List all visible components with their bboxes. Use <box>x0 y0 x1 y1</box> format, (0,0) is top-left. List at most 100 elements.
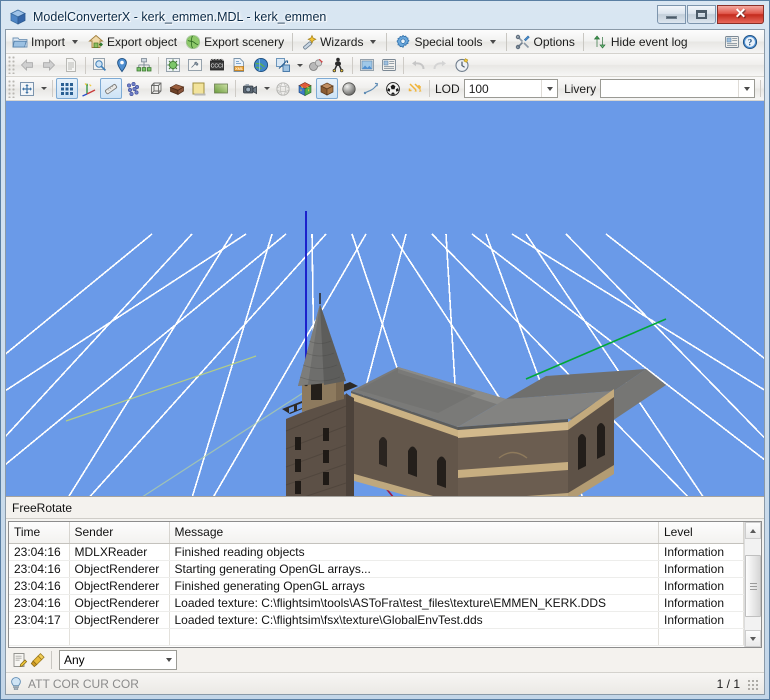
table-row[interactable]: 23:04:16 ObjectRenderer Finished generat… <box>9 577 744 595</box>
report-icon[interactable] <box>724 34 740 50</box>
flat-color-icon[interactable] <box>188 78 210 99</box>
chevron-down-icon[interactable] <box>38 78 49 99</box>
minimize-button[interactable] <box>657 5 686 24</box>
tools-icon <box>515 34 531 50</box>
menu-import[interactable]: Import <box>8 31 84 53</box>
texture-brick-icon[interactable] <box>166 78 188 99</box>
document-icon[interactable] <box>60 55 82 76</box>
menu-wizards[interactable]: Wizards <box>297 31 382 53</box>
camera-icon[interactable] <box>239 78 261 99</box>
toolbar-separator <box>85 56 86 74</box>
table-row-empty[interactable] <box>9 628 744 646</box>
grid-icon[interactable] <box>56 78 78 99</box>
scrollbar-thumb[interactable] <box>745 555 761 617</box>
globe-icon[interactable] <box>250 55 272 76</box>
table-row[interactable]: 23:04:17 ObjectRenderer Loaded texture: … <box>9 611 744 629</box>
xml-file-icon[interactable]: XML <box>228 55 250 76</box>
chevron-down-icon[interactable] <box>738 80 754 97</box>
scrollbar-track[interactable] <box>745 539 761 630</box>
menu-export-scenery[interactable]: Export scenery <box>181 31 288 53</box>
checker-sphere-icon[interactable] <box>382 78 404 99</box>
lod-combo[interactable]: 100 <box>463 79 559 98</box>
globe-export-icon <box>185 34 201 50</box>
chevron-down-icon[interactable] <box>294 55 305 76</box>
scale-icon[interactable] <box>272 55 294 76</box>
column-header-time[interactable]: Time <box>9 522 70 544</box>
application-window: ModelConverterX - kerk_emmen.MDL - kerk_… <box>0 0 770 700</box>
chevron-down-icon[interactable] <box>370 39 377 44</box>
cell-sender: ObjectRenderer <box>69 594 170 612</box>
table-row[interactable]: 23:04:16 ObjectRenderer Starting generat… <box>9 560 744 578</box>
maximize-button[interactable] <box>687 5 716 24</box>
mesh-sphere-icon[interactable] <box>272 78 294 99</box>
physics-icon[interactable] <box>305 55 327 76</box>
axis-icon[interactable] <box>78 78 100 99</box>
clear-log-icon[interactable] <box>30 652 46 668</box>
window-title: ModelConverterX - kerk_emmen.MDL - kerk_… <box>33 10 327 24</box>
client-area: Import Export object Export scenery Wiza… <box>5 29 765 695</box>
lighting-sphere-icon[interactable] <box>338 78 360 99</box>
table-row[interactable]: 23:04:16 MDLXReader Finished reading obj… <box>9 543 744 561</box>
chevron-down-icon[interactable] <box>261 78 272 99</box>
livery-label: Livery <box>564 81 597 96</box>
3d-viewport[interactable] <box>6 101 764 497</box>
crash-tree-icon[interactable] <box>327 55 349 76</box>
color-cube-icon[interactable] <box>294 78 316 99</box>
toolbar-separator <box>403 56 404 74</box>
column-header-sender[interactable]: Sender <box>69 522 170 544</box>
table-row[interactable]: 23:04:16 ObjectRenderer Loaded texture: … <box>9 594 744 612</box>
cell-message: Loaded texture: C:\flightsim\fsx\texture… <box>169 611 659 629</box>
scroll-up-arrow-icon[interactable] <box>745 522 761 539</box>
menu-options[interactable]: Options <box>511 31 579 53</box>
edit-log-icon[interactable] <box>12 652 28 668</box>
location-pin-icon[interactable] <box>111 55 133 76</box>
help-icon[interactable]: ? <box>742 34 758 50</box>
hierarchy-icon[interactable] <box>133 55 155 76</box>
toolbar-grip[interactable] <box>8 56 15 74</box>
cell-time: 23:04:17 <box>9 611 70 629</box>
vertices-icon[interactable] <box>122 78 144 99</box>
log-level-filter-combo[interactable]: Any <box>59 650 177 670</box>
scroll-down-arrow-icon[interactable] <box>745 630 761 647</box>
livery-combo[interactable] <box>600 79 755 98</box>
column-header-message[interactable]: Message <box>169 522 659 544</box>
image-icon[interactable] <box>356 55 378 76</box>
back-arrow-icon[interactable] <box>16 55 38 76</box>
collapse-icon[interactable] <box>404 78 426 99</box>
ruler-icon[interactable] <box>100 78 122 99</box>
gradient-icon[interactable] <box>210 78 232 99</box>
magic-wand-icon <box>301 34 317 50</box>
fit-to-screen-icon[interactable] <box>16 78 38 99</box>
menu-export-object[interactable]: Export object <box>84 31 181 53</box>
cube-icon <box>9 8 27 26</box>
undo-icon[interactable] <box>407 55 429 76</box>
menu-special-tools[interactable]: Special tools <box>391 31 501 53</box>
object-inspector-icon[interactable] <box>89 55 111 76</box>
report-list-icon[interactable] <box>378 55 400 76</box>
attached-tools-icon[interactable] <box>184 55 206 76</box>
wireframe-box-icon[interactable] <box>144 78 166 99</box>
close-button[interactable]: ✕ <box>717 5 764 24</box>
svg-text:CCCI: CCCI <box>211 64 224 70</box>
menu-separator-3 <box>505 32 507 51</box>
redo-icon[interactable] <box>429 55 451 76</box>
shaded-cube-icon[interactable] <box>316 78 338 99</box>
menu-options-label: Options <box>533 34 575 49</box>
animation-icon[interactable]: CCCI <box>206 55 228 76</box>
toolbar-grip[interactable] <box>8 79 15 98</box>
material-editor-icon[interactable] <box>162 55 184 76</box>
status-bar: ATT COR CUR COR 1 / 1 <box>6 672 764 694</box>
event-log-scrollbar[interactable] <box>744 522 761 647</box>
menu-hide-event-log[interactable]: Hide event log <box>588 31 692 53</box>
forward-arrow-icon[interactable] <box>38 55 60 76</box>
close-icon: ✕ <box>734 6 747 22</box>
chevron-down-icon[interactable] <box>541 80 557 97</box>
chevron-down-icon[interactable] <box>161 658 176 662</box>
chevron-down-icon[interactable] <box>72 39 79 44</box>
normals-icon[interactable] <box>360 78 382 99</box>
resize-grip[interactable] <box>746 677 758 690</box>
chevron-down-icon[interactable] <box>489 39 496 44</box>
history-icon[interactable] <box>451 55 473 76</box>
toolbar-separator <box>158 56 159 74</box>
column-header-level[interactable]: Level <box>658 522 744 544</box>
